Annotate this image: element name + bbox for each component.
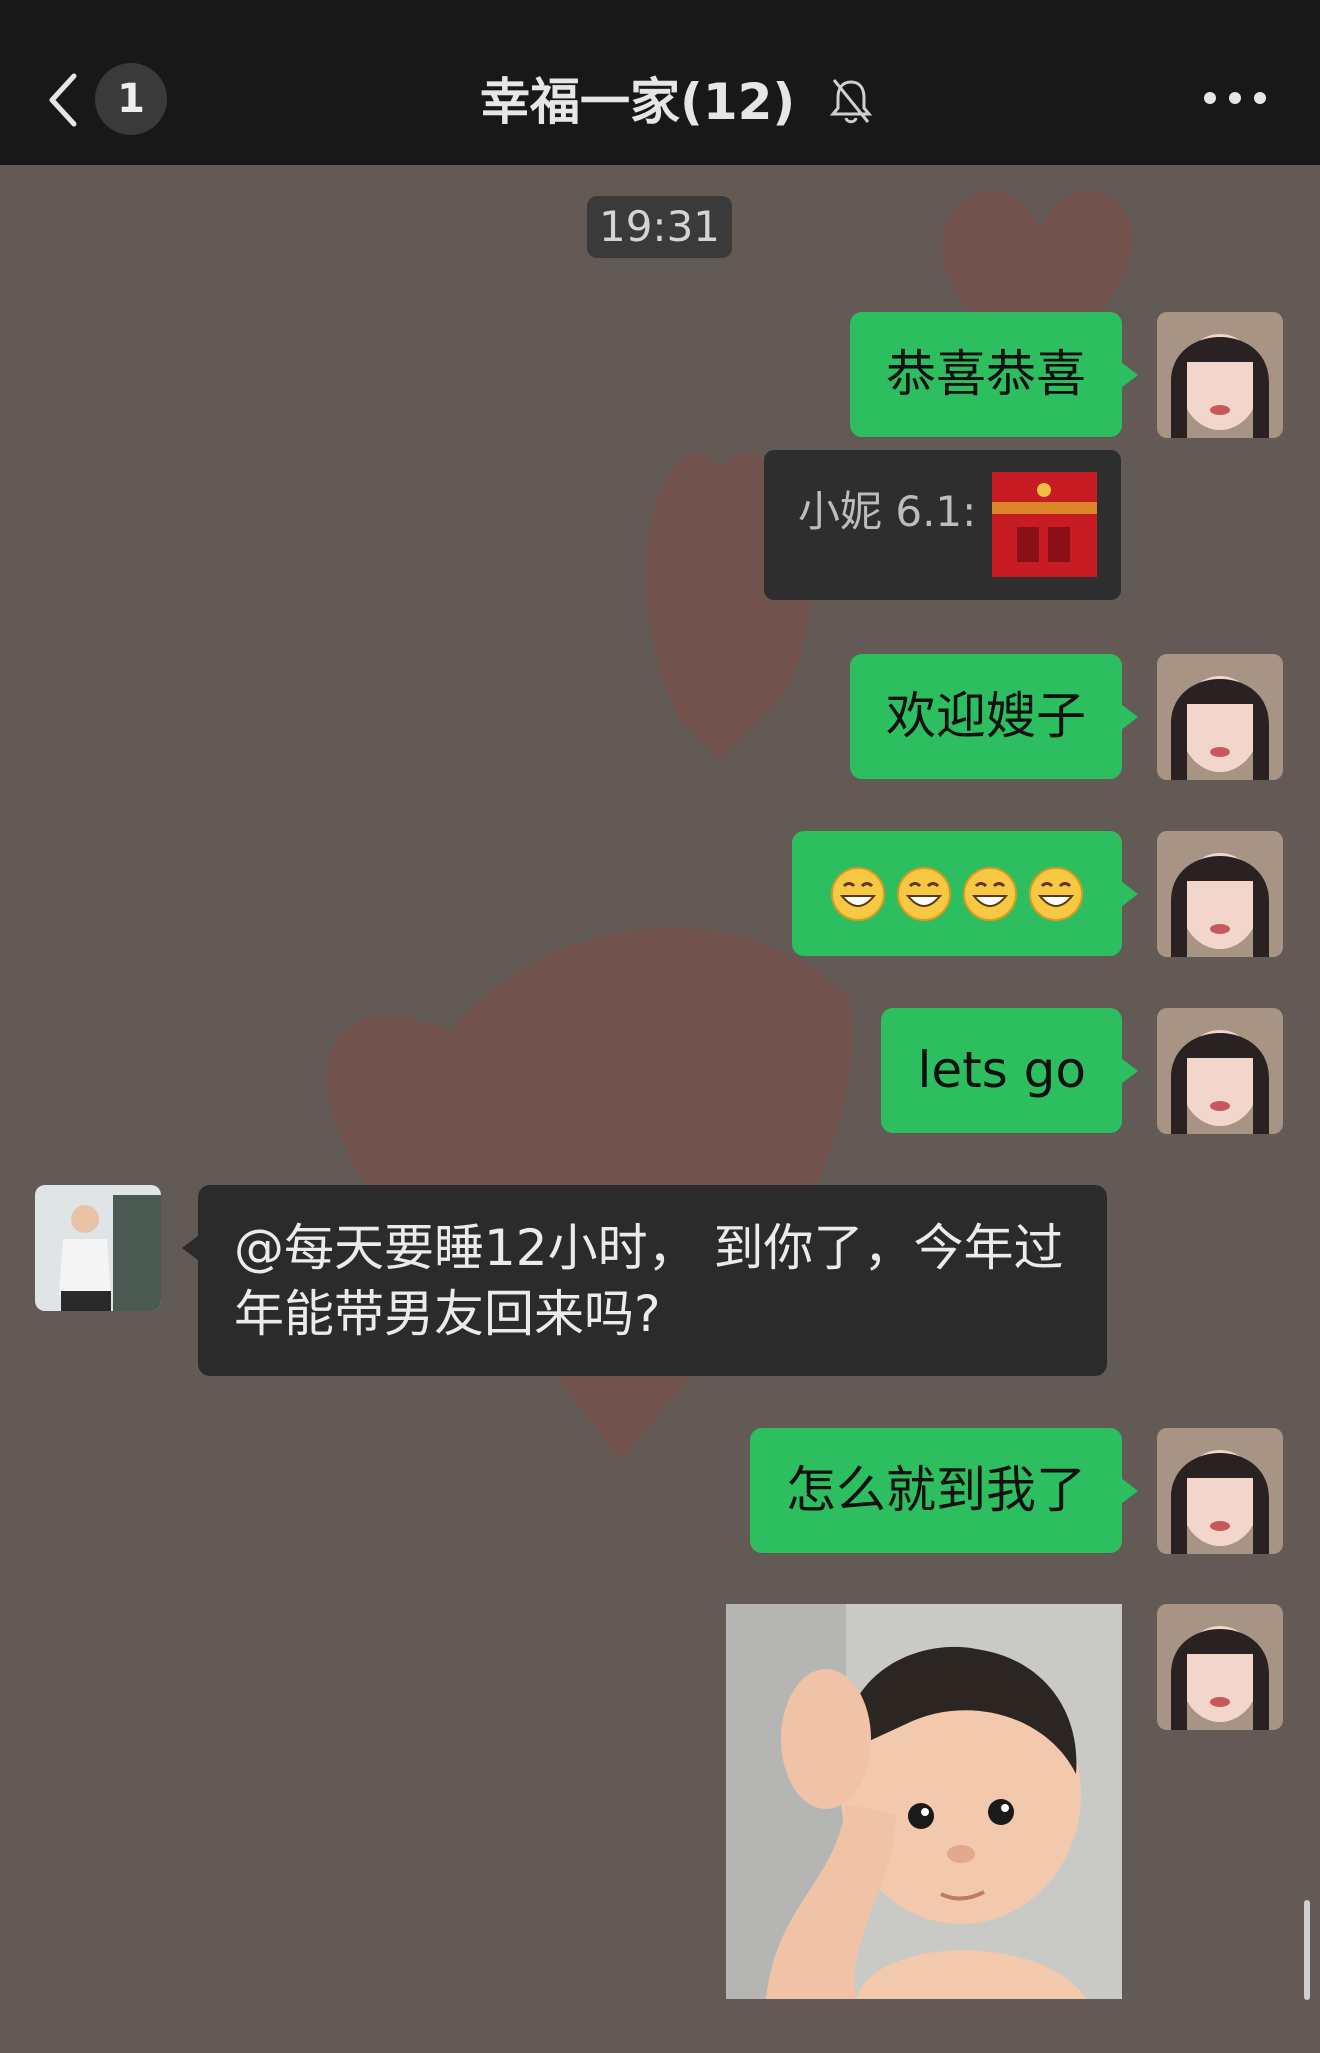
- grin-emoji: [963, 866, 1017, 921]
- bell-muted-icon: [829, 79, 873, 124]
- message-bubble-self[interactable]: 恭喜恭喜: [850, 312, 1138, 437]
- message-bubble-self[interactable]: 怎么就到我了: [750, 1428, 1138, 1553]
- chevron-left-icon[interactable]: [40, 60, 90, 140]
- chat-header: 1 幸福一家(12): [0, 0, 1320, 165]
- quoted-message-text: 小妮 6.1:: [798, 487, 977, 536]
- ellipsis-icon[interactable]: [1200, 78, 1270, 118]
- unread-count-badge[interactable]: 1: [95, 63, 167, 135]
- self-avatar[interactable]: [1157, 1604, 1283, 1730]
- quoted-message[interactable]: 小妮 6.1:: [764, 450, 1121, 600]
- message-bubble-other[interactable]: @每天要睡12小时， 到你了，今年过年能带男友回来吗?: [182, 1185, 1107, 1376]
- marriage-certificate-photo[interactable]: [992, 472, 1097, 577]
- baby-scratching-head-sticker[interactable]: [726, 1604, 1122, 1999]
- grin-emoji: [897, 866, 951, 921]
- self-avatar[interactable]: [1157, 312, 1283, 438]
- timestamp-label: 19:31: [587, 196, 732, 258]
- other-avatar[interactable]: [35, 1185, 161, 1311]
- chat-title[interactable]: 幸福一家(12): [480, 62, 795, 142]
- self-avatar[interactable]: [1157, 1428, 1283, 1554]
- message-bubble-self[interactable]: lets go: [881, 1008, 1138, 1133]
- self-avatar[interactable]: [1157, 1008, 1283, 1134]
- message-bubble-self[interactable]: 欢迎嫂子: [850, 654, 1138, 779]
- message-bubble-self[interactable]: [792, 831, 1138, 956]
- self-avatar[interactable]: [1157, 654, 1283, 780]
- self-avatar[interactable]: [1157, 831, 1283, 957]
- chat-background: [0, 0, 1320, 2053]
- grin-emoji: [831, 866, 885, 921]
- scrollbar[interactable]: [1304, 1900, 1310, 2000]
- grin-emoji: [1029, 866, 1083, 921]
